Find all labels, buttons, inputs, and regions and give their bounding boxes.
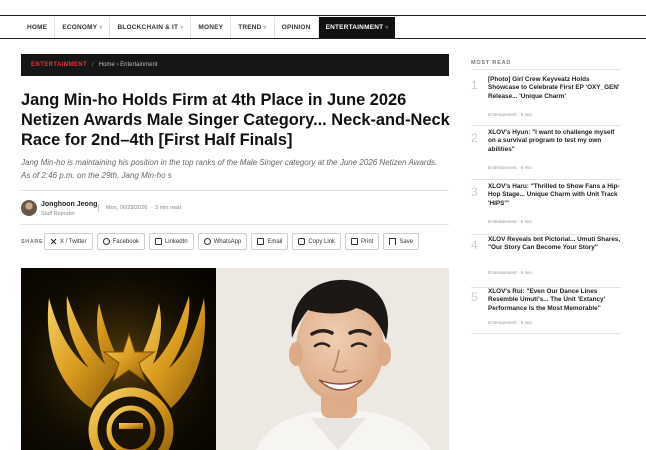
most-read-headline[interactable]: XLOV's Haru: "Thrilled to Show Fans a Hi… [488, 183, 621, 208]
chevron-down-icon: ˅ [263, 24, 267, 31]
article-headline: Jang Min-ho Holds Firm at 4th Place in J… [21, 91, 450, 149]
whatsapp-icon [203, 238, 211, 245]
most-read-meta: Entertainment · 5 min [488, 320, 532, 325]
rank-number: 2 [471, 131, 478, 145]
nav-label: ENTERTAINMENT [325, 24, 384, 31]
main-nav: HOME ECONOMY ˅ BLOCKCHAIN & IT ˅ MONEY TRE… [20, 17, 396, 38]
author-role: Staff Reporter [41, 211, 76, 217]
share-label-text: Save [399, 238, 414, 245]
share-label-text: LinkedIn [164, 238, 188, 245]
chevron-down-icon: ˅ [180, 24, 184, 31]
article-dek: Jang Min-ho is maintaining his position … [21, 158, 438, 180]
nav-item-economy[interactable]: ECONOMY ˅ [55, 17, 111, 38]
portrait-photo-icon [216, 268, 449, 450]
share-email-button[interactable]: Email [251, 233, 289, 250]
chevron-down-icon: ˅ [99, 24, 103, 31]
rank-number: 4 [471, 238, 478, 252]
most-read-title: MOST READ [471, 60, 512, 66]
meta-dot: · [151, 205, 153, 211]
email-icon [257, 238, 265, 245]
nav-label: OPINION [281, 24, 311, 31]
nav-label: HOME [27, 24, 48, 31]
nav-divider [0, 38, 646, 39]
bookmark-icon [389, 238, 397, 245]
nav-item-blockchain[interactable]: BLOCKCHAIN & IT ˅ [110, 17, 192, 38]
most-read-headline[interactable]: XLOV's Hyun: "I want to challenge myself… [488, 129, 621, 154]
winged-star-emblem-icon [21, 268, 216, 450]
breadcrumb-separator: / [92, 62, 94, 68]
nav-label: ECONOMY [62, 24, 98, 31]
trophy-emblem-image [21, 268, 216, 450]
facebook-icon [102, 238, 110, 245]
share-facebook-button[interactable]: Facebook [96, 233, 145, 250]
chevron-down-icon: ˅ [385, 24, 389, 31]
most-read-headline[interactable]: XLOV's Rui: "Even Our Dance Lines Resemb… [488, 288, 621, 313]
breadcrumb-path-link[interactable]: Home › Entertainment [99, 62, 158, 68]
most-read-item[interactable]: 5 XLOV's Rui: "Even Our Dance Lines Rese… [471, 288, 621, 334]
publish-date: Mon, 06/29/2026 [106, 205, 148, 211]
copy-link-button[interactable]: Copy Link [292, 233, 342, 250]
share-whatsapp-button[interactable]: WhatsApp [197, 233, 248, 250]
most-read-headline[interactable]: [Photo] Girl Crew Keyveatz Holds Showcas… [488, 76, 621, 101]
nav-label: MONEY [198, 24, 224, 31]
divider [21, 224, 449, 225]
most-read-meta: Entertainment · 5 min [488, 112, 532, 117]
rank-number: 5 [471, 290, 478, 304]
most-read-headline[interactable]: XLOV Reveals bnt Pictorial... Umuti Shar… [488, 236, 621, 253]
share-label-text: X / Twitter [60, 238, 87, 245]
nav-label: TREND [238, 24, 262, 31]
meta-divider [98, 204, 99, 212]
rank-number: 1 [471, 78, 478, 92]
most-read-meta: Entertainment · 5 min [488, 165, 532, 170]
share-label-text: Print [361, 238, 374, 245]
rank-number: 3 [471, 185, 478, 199]
portrait-image [216, 268, 449, 450]
x-icon [50, 238, 57, 245]
most-read-item[interactable]: 1 [Photo] Girl Crew Keyveatz Holds Showc… [471, 76, 621, 126]
share-x-button[interactable]: X / Twitter [44, 233, 93, 250]
top-strip [0, 0, 646, 16]
print-icon [351, 238, 359, 245]
share-label-text: Copy Link [308, 238, 336, 245]
most-read-item[interactable]: 4 XLOV Reveals bnt Pictorial... Umuti Sh… [471, 236, 621, 288]
nav-item-home[interactable]: HOME [20, 17, 56, 38]
most-read-meta: Entertainment · 5 min [488, 219, 532, 224]
nav-item-opinion[interactable]: OPINION [275, 17, 319, 38]
hero-image [21, 268, 449, 450]
read-time: 3 min read [155, 205, 181, 211]
author-name[interactable]: Jonghoon Jeong [41, 201, 97, 208]
share-label-text: Email [267, 238, 283, 245]
save-button[interactable]: Save [383, 233, 420, 250]
linkedin-icon [154, 238, 162, 245]
nav-label: BLOCKCHAIN & IT [117, 24, 179, 31]
author-avatar[interactable] [21, 200, 37, 216]
share-bar: X / Twitter Facebook LinkedIn WhatsApp E… [44, 233, 420, 250]
most-read-item[interactable]: 3 XLOV's Haru: "Thrilled to Show Fans a … [471, 183, 621, 235]
share-linkedin-button[interactable]: LinkedIn [148, 233, 194, 250]
most-read-meta: Entertainment · 5 min [488, 270, 532, 275]
most-read-item[interactable]: 2 XLOV's Hyun: "I want to challenge myse… [471, 129, 621, 180]
divider [471, 69, 621, 70]
breadcrumb-category-link[interactable]: ENTERTAINMENT [31, 62, 87, 68]
share-label-text: WhatsApp [213, 238, 242, 245]
breadcrumb: ENTERTAINMENT / Home › Entertainment [21, 54, 449, 76]
print-button[interactable]: Print [345, 233, 380, 250]
nav-item-money[interactable]: MONEY [191, 17, 232, 38]
nav-item-entertainment[interactable]: ENTERTAINMENT ˅ [318, 17, 396, 38]
share-label-text: Facebook [112, 238, 139, 245]
link-icon [298, 238, 306, 245]
share-label: SHARE [21, 239, 44, 245]
divider [21, 190, 449, 191]
nav-item-trend[interactable]: TREND ˅ [231, 17, 275, 38]
